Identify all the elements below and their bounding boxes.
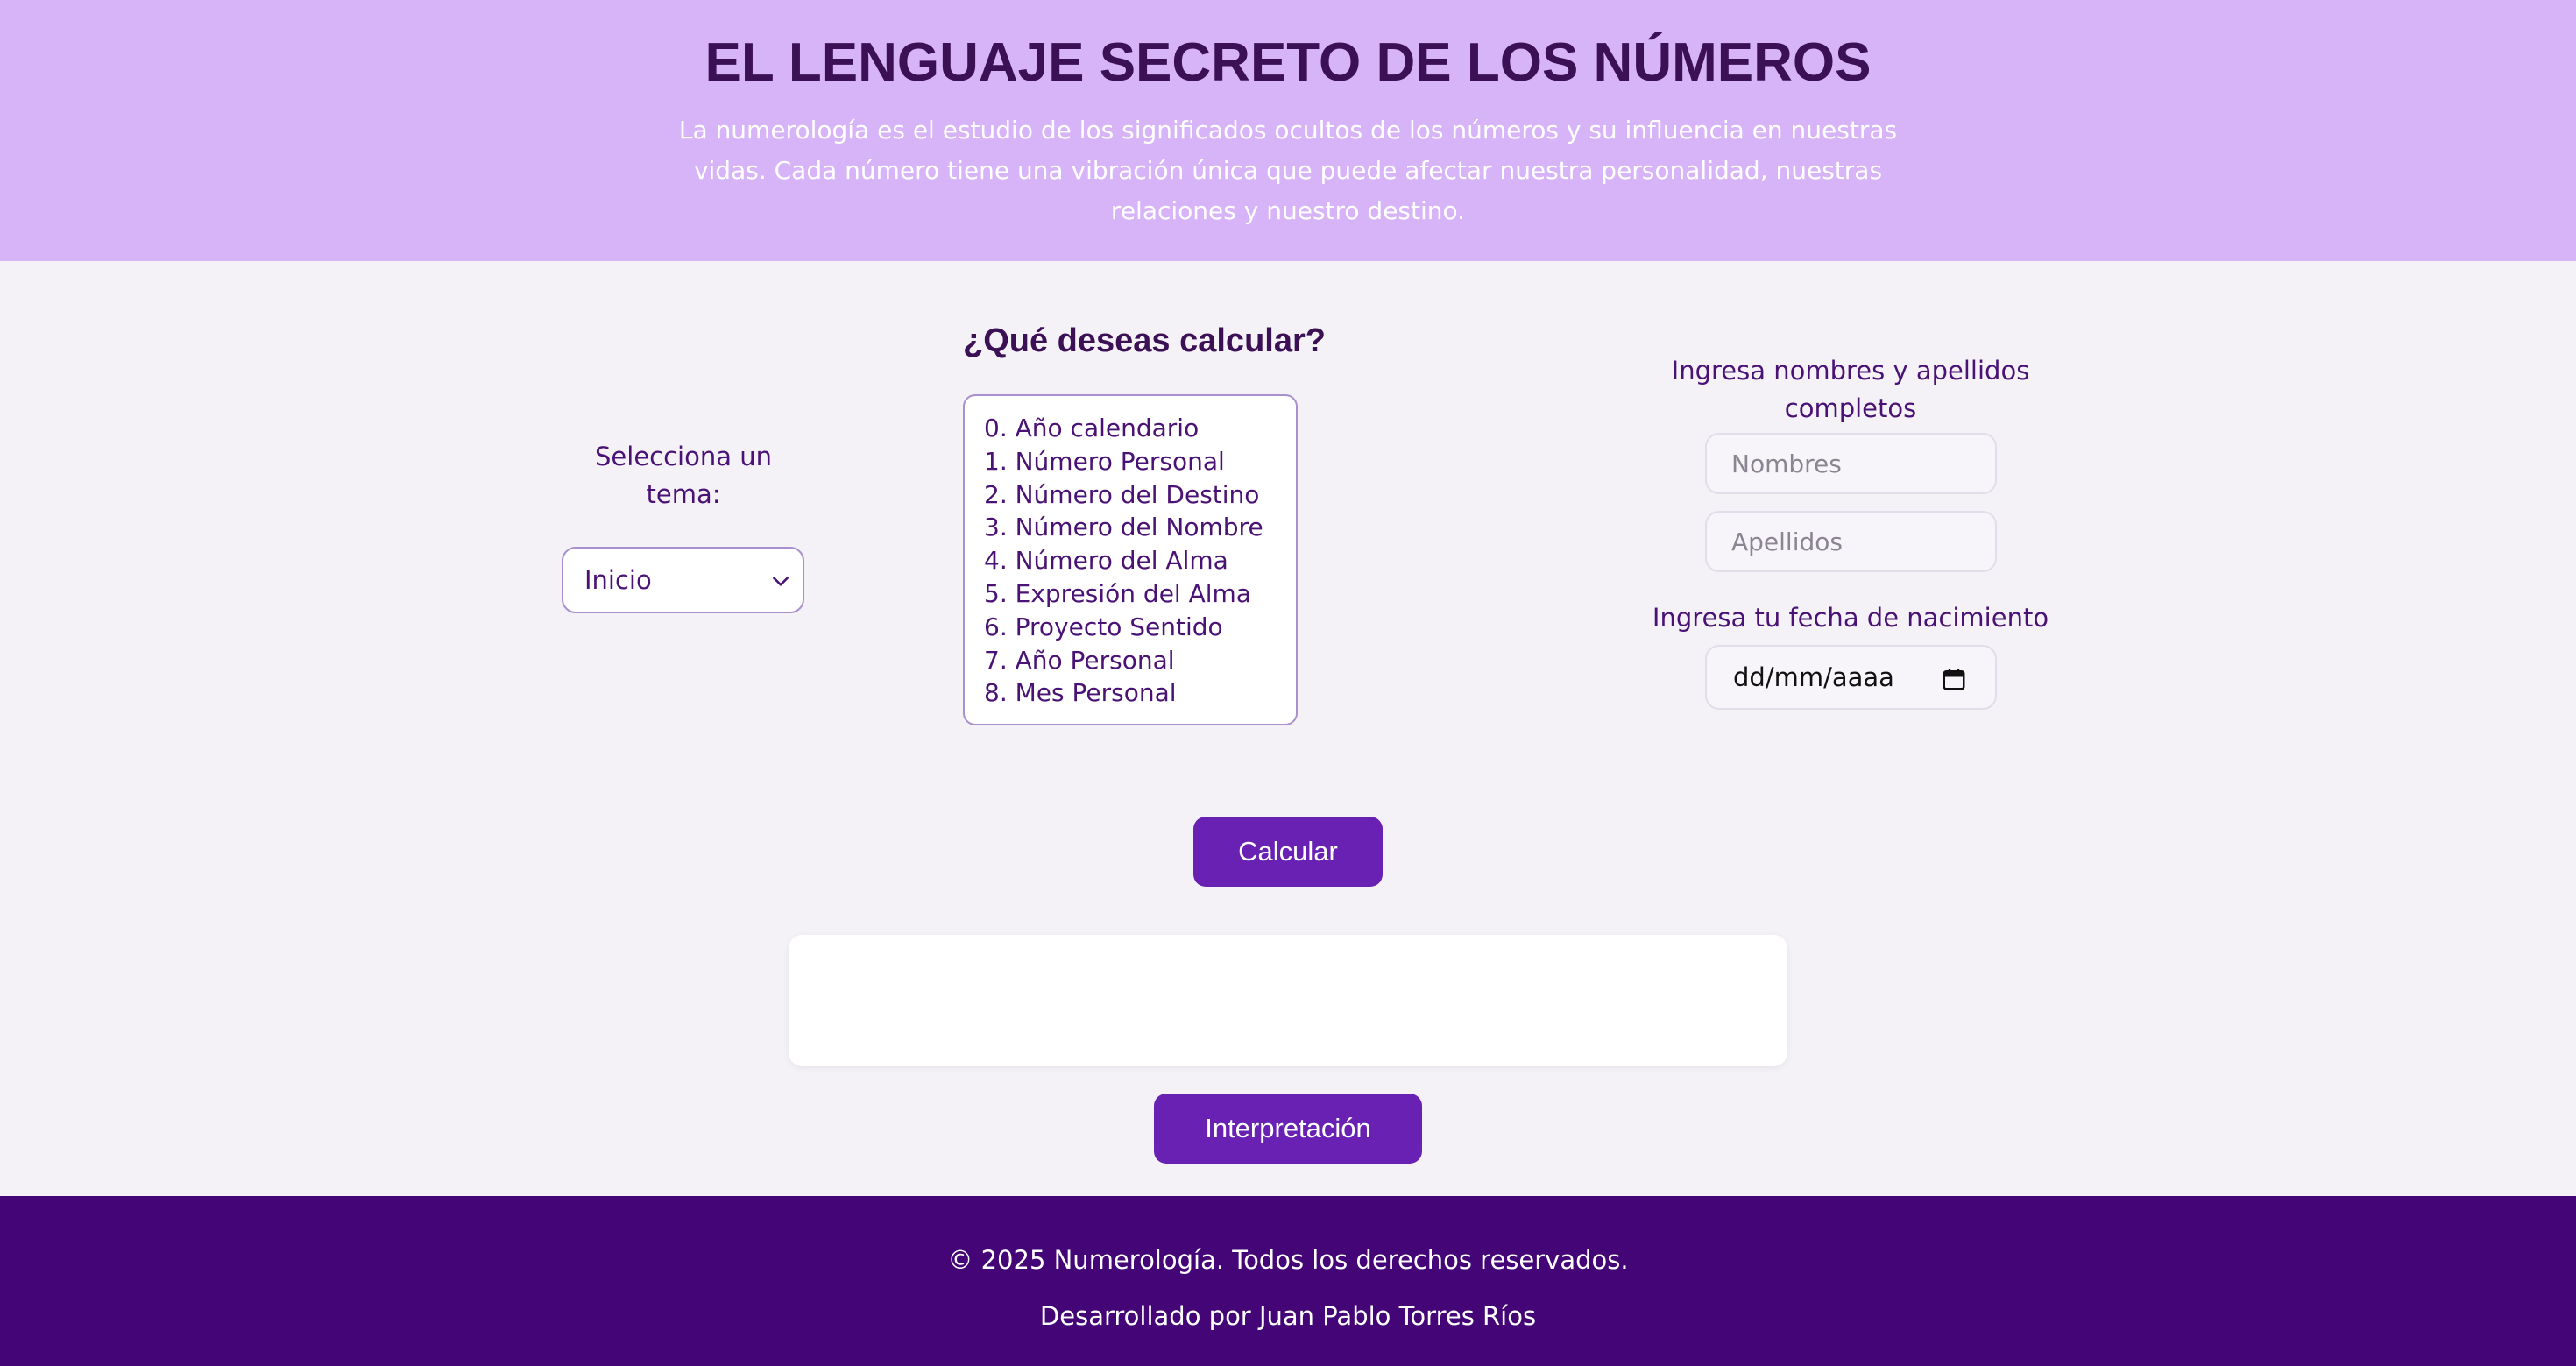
calc-option[interactable]: 1. Número Personal <box>984 445 1296 478</box>
copyright-text: © 2025 Numerología. Todos los derechos r… <box>947 1245 1629 1275</box>
calc-option[interactable]: 2. Número del Destino <box>984 478 1296 512</box>
calc-option-list[interactable]: 0. Año calendario 1. Número Personal 2. … <box>963 394 1298 725</box>
calc-option[interactable]: 0. Año calendario <box>984 412 1296 445</box>
birthdate-placeholder: dd/mm/aaaa <box>1733 662 1894 692</box>
intro-text: La numerología es el estudio de los sign… <box>678 116 1898 225</box>
calc-option[interactable]: 5. Expresión del Alma <box>984 577 1296 611</box>
result-box <box>789 935 1787 1066</box>
topic-label: Selecciona un tema: <box>595 442 772 509</box>
topic-select[interactable]: Inicio <box>562 547 804 613</box>
topic-select-value: Inicio <box>584 565 652 595</box>
calc-option[interactable]: 3. Número del Nombre <box>984 511 1296 544</box>
surnames-input[interactable] <box>1705 511 1997 572</box>
page-header: EL LENGUAJE SECRETO DE LOS NÚMEROS La nu… <box>0 0 2576 261</box>
page-title: EL LENGUAJE SECRETO DE LOS NÚMEROS <box>704 32 1872 93</box>
developer-credit: Desarrollado por Juan Pablo Torres Ríos <box>1039 1301 1537 1331</box>
calc-option[interactable]: 6. Proyecto Sentido <box>984 611 1296 644</box>
calculate-button[interactable]: Calcular <box>1193 817 1383 887</box>
calc-option[interactable]: 4. Número del Alma <box>984 544 1296 577</box>
interpretation-button[interactable]: Interpretación <box>1154 1094 1422 1164</box>
calc-option[interactable]: 8. Mes Personal <box>984 676 1296 710</box>
page-footer: © 2025 Numerología. Todos los derechos r… <box>0 1196 2576 1366</box>
calendar-icon[interactable] <box>1941 666 1967 692</box>
birthdate-input[interactable]: dd/mm/aaaa <box>1705 645 1997 710</box>
names-label: Ingresa nombres y apellidos completos <box>1671 356 2030 423</box>
names-input[interactable] <box>1705 433 1997 494</box>
birthdate-label: Ingresa tu fecha de nacimiento <box>1652 603 2049 633</box>
calc-option[interactable]: 7. Año Personal <box>984 644 1296 677</box>
calc-title: ¿Qué deseas calcular? <box>963 322 1326 359</box>
chevron-down-icon <box>773 577 789 586</box>
